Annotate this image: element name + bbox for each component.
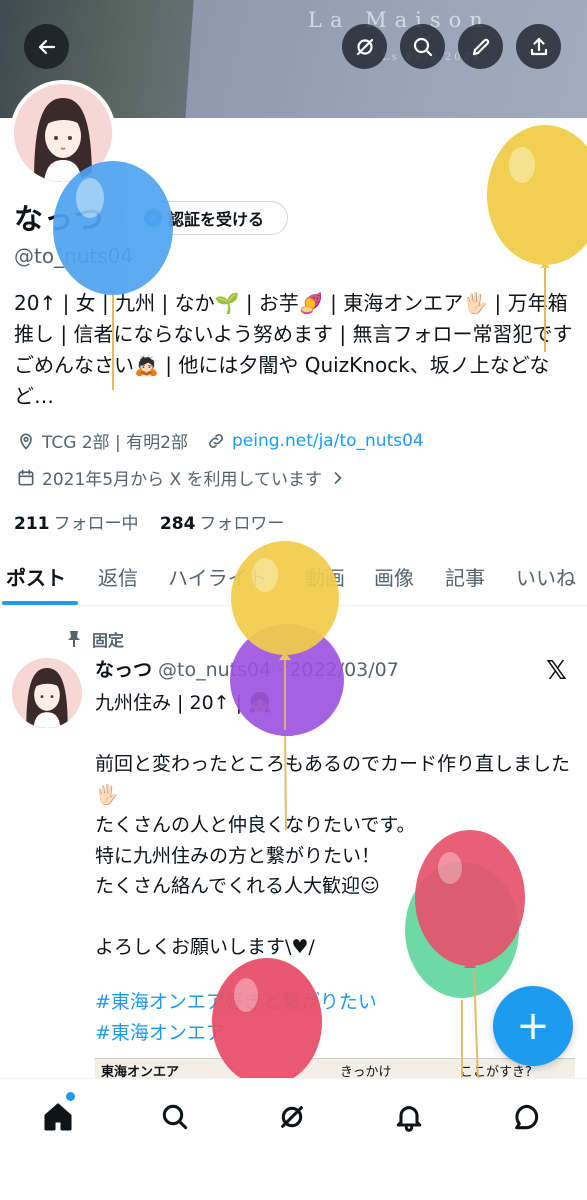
back-button[interactable] xyxy=(24,24,69,69)
share-icon xyxy=(530,37,547,55)
get-verified-label: 認証を受ける xyxy=(167,210,264,229)
link-icon xyxy=(209,433,223,448)
following-count: 211 xyxy=(14,514,50,534)
profile-avatar[interactable] xyxy=(10,80,116,186)
follow-stats: 211 フォロー中 284 フォロワー xyxy=(14,509,284,534)
edit-button[interactable] xyxy=(458,24,503,69)
post-author-avatar[interactable] xyxy=(12,658,82,728)
nav-search[interactable] xyxy=(155,1097,195,1137)
location-icon xyxy=(20,433,32,449)
following-label: フォロー中 xyxy=(53,514,139,534)
nav-home[interactable] xyxy=(38,1097,78,1137)
grok-button[interactable] xyxy=(342,24,387,69)
post-author-name[interactable]: なっつ xyxy=(95,659,152,681)
search-button[interactable] xyxy=(400,24,445,69)
x-logo-icon: 𝕏 xyxy=(546,656,567,686)
tab-highlights[interactable]: ハイライト xyxy=(168,562,268,591)
followers-stat[interactable]: 284 フォロワー xyxy=(160,514,285,534)
profile-location: TCG 2部 | 有明2部 xyxy=(42,433,189,453)
profile-name: なっつ xyxy=(14,202,105,236)
get-verified-button[interactable]: ✓ 認証を受ける xyxy=(120,201,288,235)
post-author-handle[interactable]: @to_nuts04 xyxy=(158,659,271,681)
tab-likes[interactable]: いいね xyxy=(516,562,576,591)
profile-handle: @to_nuts04 xyxy=(14,244,134,268)
profile-meta-row: TCG 2部 | 有明2部 peing.net/ja/to_nuts04 xyxy=(16,428,424,453)
tab-articles[interactable]: 記事 xyxy=(445,562,485,591)
following-stat[interactable]: 211 フォロー中 xyxy=(14,514,139,534)
post-header: なっつ @to_nuts04 · 2022/03/07 xyxy=(95,655,399,682)
search-icon xyxy=(413,37,432,56)
pin-icon xyxy=(68,631,80,647)
edit-icon xyxy=(472,38,489,55)
active-tab-indicator xyxy=(2,601,78,605)
back-arrow-icon xyxy=(38,39,55,54)
share-button[interactable] xyxy=(516,24,561,69)
post-date[interactable]: 2022/03/07 xyxy=(289,659,399,681)
nav-grok[interactable] xyxy=(272,1097,312,1137)
nav-notifications[interactable] xyxy=(389,1097,429,1137)
post-separator: · xyxy=(271,659,290,681)
profile-link[interactable]: peing.net/ja/to_nuts04 xyxy=(232,431,424,451)
followers-count: 284 xyxy=(159,514,196,534)
banner-title-text: La Maison xyxy=(308,8,491,32)
profile-joined: 2021年5月から X を利用しています xyxy=(42,470,323,490)
profile-tabs: ポスト 返信 ハイライト 動画 画像 記事 いいね xyxy=(0,556,587,606)
tab-videos[interactable]: 動画 xyxy=(305,562,345,591)
home-notification-dot xyxy=(66,1092,75,1101)
search-icon xyxy=(162,1104,188,1130)
tab-posts[interactable]: ポスト xyxy=(6,562,66,591)
avatar-illustration xyxy=(14,84,112,182)
tab-replies[interactable]: 返信 xyxy=(98,562,138,591)
post-text: 九州住み | 20↑ | 👧 前回と変わったところもあるのでカード作り直しました… xyxy=(95,692,571,958)
messages-icon xyxy=(515,1104,539,1130)
plus-icon: + xyxy=(516,1003,550,1049)
nav-messages[interactable] xyxy=(506,1097,546,1137)
profile-bio: 20↑ | 女 | 九州 | なか🌱 | お芋🍠 | 東海オンエア🖐🏻 | 万年… xyxy=(14,291,573,408)
post-hashtag[interactable]: #東海オンエア好きと繋がりたい xyxy=(95,987,377,1014)
profile-joined-row[interactable]: 2021年5月から X を利用しています xyxy=(16,465,348,490)
home-icon xyxy=(44,1103,72,1131)
post-hashtag[interactable]: #東海オンエア xyxy=(95,1018,225,1045)
grok-icon xyxy=(356,38,373,55)
pinned-indicator: 固定 xyxy=(66,627,124,651)
compose-post-button[interactable]: + xyxy=(493,986,573,1066)
tab-images[interactable]: 画像 xyxy=(374,562,414,591)
chevron-right-icon xyxy=(334,471,342,484)
calendar-icon xyxy=(18,469,34,485)
bottom-navigation xyxy=(0,1078,587,1200)
post-image-preview[interactable]: 東海オンエア きっかけ ここがすき? xyxy=(95,1058,575,1080)
followers-label: フォロワー xyxy=(199,514,285,534)
verified-badge-icon: ✓ xyxy=(143,209,162,227)
grok-icon xyxy=(281,1106,303,1128)
notifications-icon xyxy=(396,1106,422,1132)
pinned-label: 固定 xyxy=(92,631,125,650)
